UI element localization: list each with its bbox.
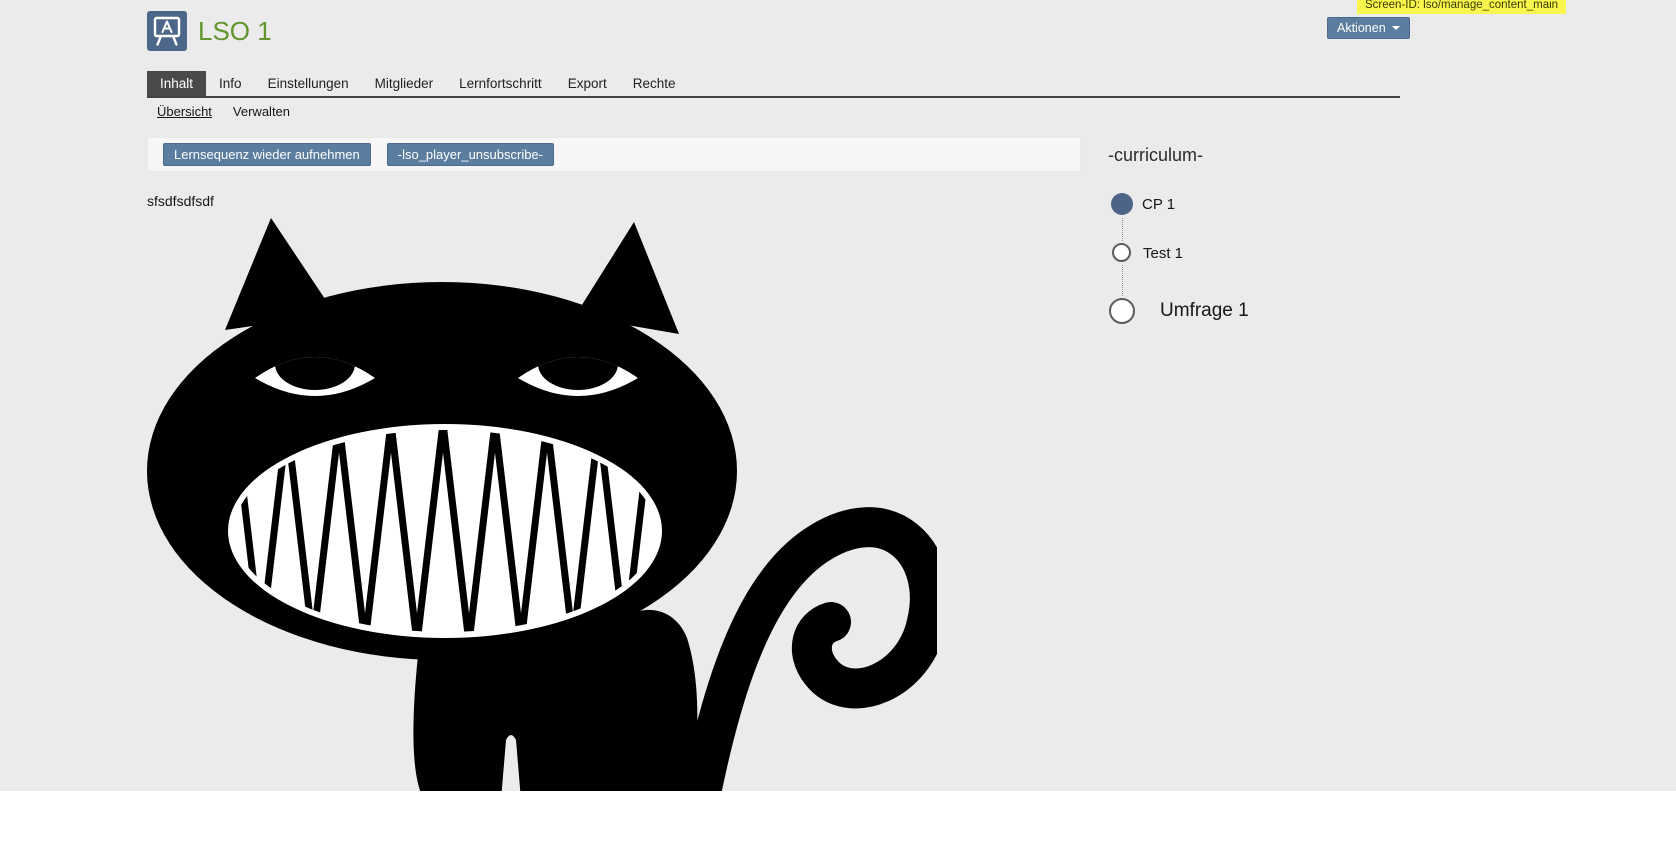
screen-id-ribbon: Screen-ID: lso/manage_content_main	[1357, 0, 1566, 14]
tab-rechte[interactable]: Rechte	[620, 71, 689, 96]
curriculum-connector	[1122, 265, 1123, 296]
resume-learning-sequence-button[interactable]: Lernsequenz wieder aufnehmen	[163, 143, 371, 166]
subtab-verwalten[interactable]: Verwalten	[233, 104, 290, 119]
curriculum-connector	[1122, 218, 1123, 241]
tab-bar-divider	[147, 96, 1400, 98]
lso-page: Screen-ID: lso/manage_content_main LSO 1…	[0, 0, 1676, 845]
page-footer	[0, 791, 1676, 845]
tab-export[interactable]: Export	[555, 71, 620, 96]
lso-easel-logo-icon	[147, 11, 187, 51]
caret-down-icon	[1392, 26, 1400, 30]
curriculum-heading: -curriculum-	[1108, 145, 1428, 166]
main-tab-bar: Inhalt Info Einstellungen Mitglieder Ler…	[147, 71, 689, 96]
sub-tab-bar: Übersicht Verwalten	[157, 104, 290, 119]
tab-einstellungen[interactable]: Einstellungen	[255, 71, 362, 96]
tab-info[interactable]: Info	[206, 71, 255, 96]
curriculum-step-label-umfrage1[interactable]: Umfrage 1	[1160, 300, 1249, 322]
lso-player-unsubscribe-button[interactable]: -lso_player_unsubscribe-	[387, 143, 554, 166]
object-description: sfsdfsdfsdf	[147, 193, 214, 209]
curriculum-step-marker-test1[interactable]	[1112, 243, 1131, 262]
tab-mitglieder[interactable]: Mitglieder	[362, 71, 447, 96]
tab-inhalt[interactable]: Inhalt	[147, 71, 206, 96]
subtab-uebersicht[interactable]: Übersicht	[157, 104, 212, 119]
curriculum-step-label-test1[interactable]: Test 1	[1143, 245, 1183, 262]
tab-lernfortschritt[interactable]: Lernfortschritt	[446, 71, 555, 96]
actions-dropdown-label: Aktionen	[1337, 21, 1386, 35]
curriculum-step-label-cp1[interactable]: CP 1	[1142, 196, 1175, 213]
toolbar: Lernsequenz wieder aufnehmen -lso_player…	[147, 137, 1081, 172]
page-title: LSO 1	[198, 16, 272, 47]
actions-dropdown-button[interactable]: Aktionen	[1327, 17, 1410, 39]
curriculum-step-marker-cp1[interactable]	[1111, 193, 1133, 215]
curriculum-step-marker-umfrage1[interactable]	[1109, 298, 1135, 324]
curriculum-panel: -curriculum- CP 1 Test 1 Umfrage 1	[1108, 137, 1428, 397]
grinning-cat-illustration	[147, 218, 937, 791]
